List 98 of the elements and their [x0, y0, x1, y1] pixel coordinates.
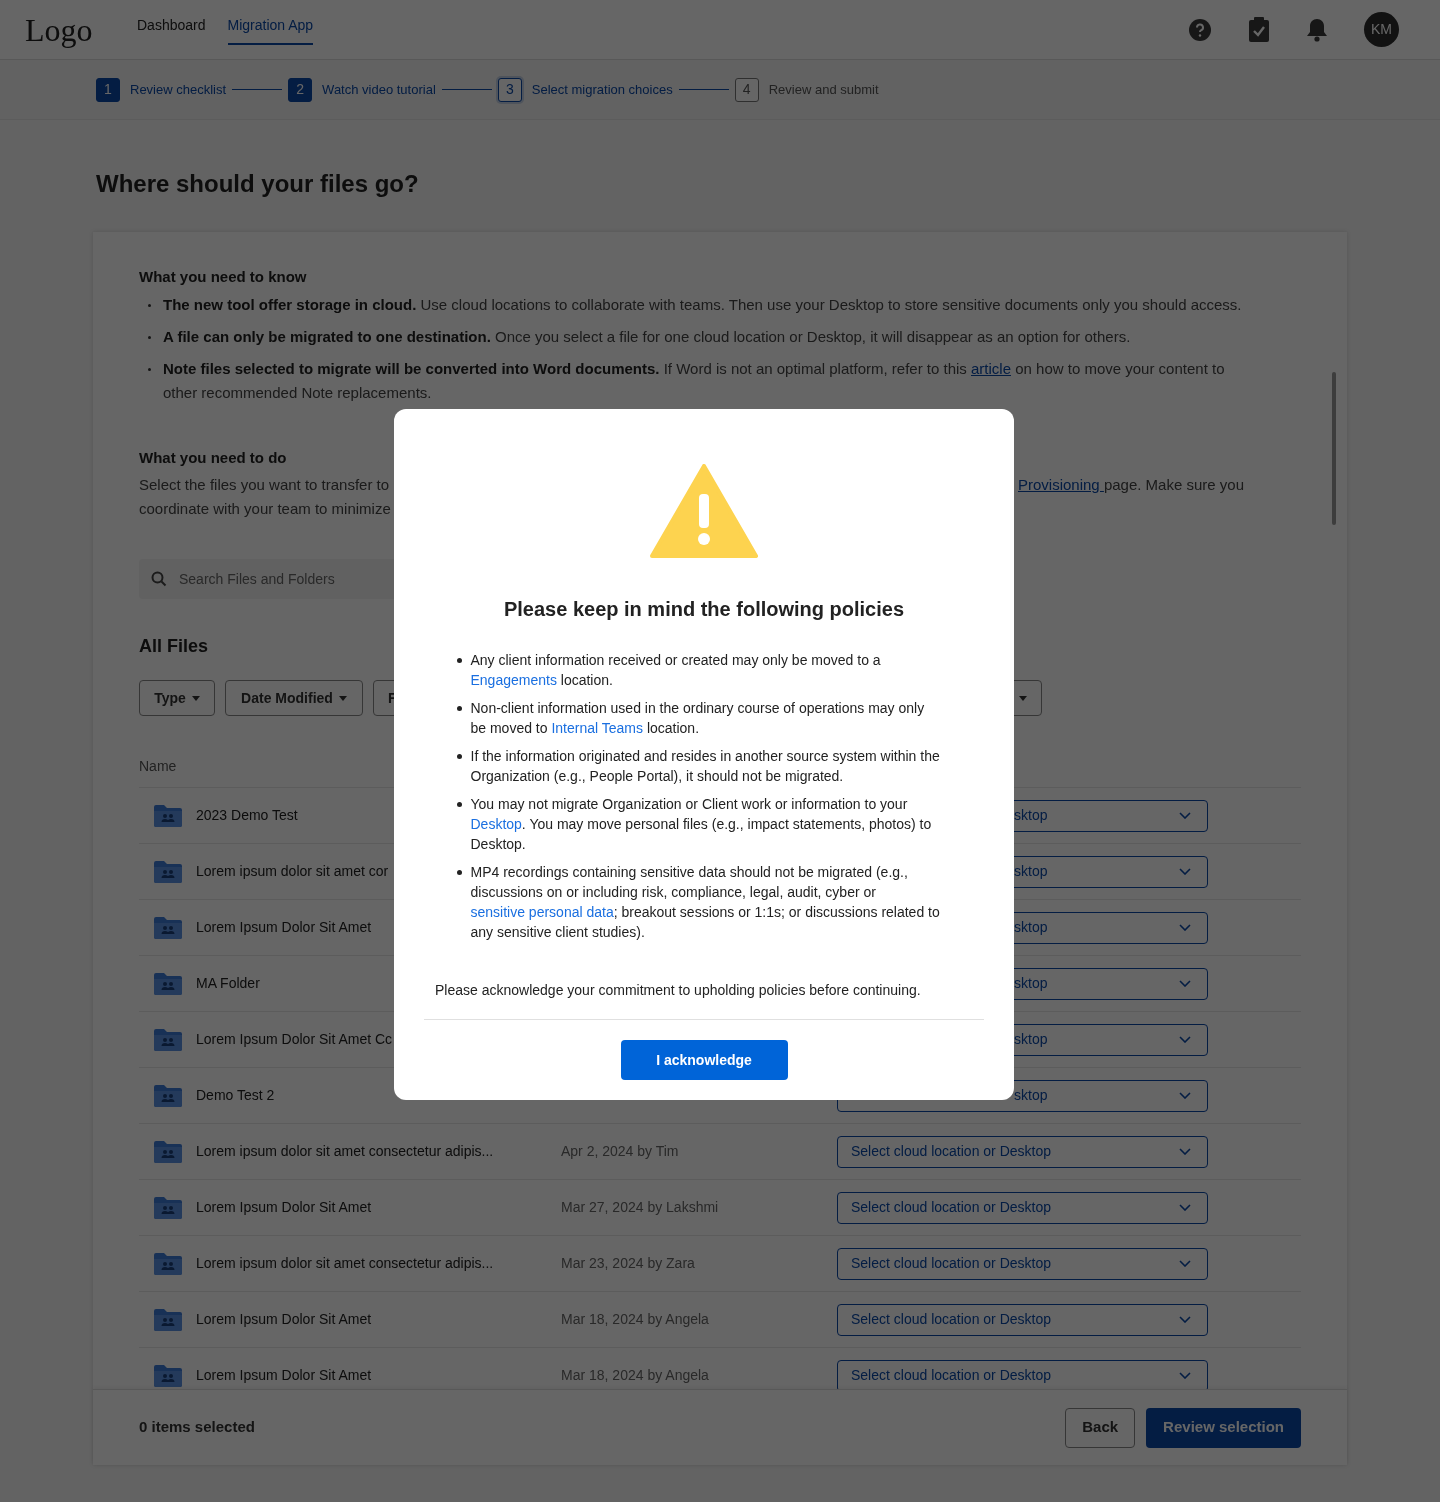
bullet-icon [456, 754, 462, 759]
info-text: Note files selected to migrate will be converted into Word documents. If Word is not an optimal platform, refer to this article on how to move your content to other recommended Note replacements. [163, 358, 1226, 403]
shared-folder-icon [153, 1251, 183, 1276]
chevron-down-icon [1179, 1316, 1191, 1323]
bullet-icon [148, 367, 151, 371]
chevron-down-icon [1179, 1372, 1191, 1379]
info-text: The new tool offer storage in cloud. Use cloud locations to collaborate with teams. Then use your Desktop to store sensitive documents only you should access. [163, 294, 1243, 315]
chevron-down-icon [1179, 1148, 1191, 1155]
step-label[interactable]: Watch video tutorial [322, 79, 436, 100]
chevron-down-icon [1179, 924, 1191, 931]
bell-icon[interactable] [1306, 17, 1328, 42]
step-number: 4 [734, 77, 759, 102]
section-heading: What you need to know [139, 267, 307, 287]
location-dropdown[interactable]: Select cloud location or Desktop [837, 1191, 1208, 1224]
location-dropdown[interactable]: Select cloud location or Desktop [837, 1303, 1208, 1336]
step-number: 2 [288, 77, 313, 102]
bullet-icon [456, 802, 462, 807]
step-label[interactable]: Review and submit [768, 79, 879, 100]
text-link[interactable]: article [971, 359, 1011, 377]
shared-folder-icon [153, 859, 183, 884]
chevron-down-icon [1179, 868, 1191, 875]
modified-date: Mar 18, 2024 by Angela [561, 1310, 709, 1329]
scrollbar-thumb[interactable] [1332, 372, 1336, 525]
avatar[interactable]: KM [1364, 12, 1399, 47]
chevron-down-icon [1179, 980, 1191, 987]
shared-folder-icon [153, 1307, 183, 1332]
modified-date: Mar 23, 2024 by Zara [561, 1254, 695, 1273]
search-icon [151, 571, 167, 587]
info-text: A file can only be migrated to one destination. Once you select a file for one cloud location or Desktop, it will disappear as an option for others. [163, 326, 1132, 347]
policy-text: Any client information received or created may only be moved to a Engagements location. [470, 651, 882, 690]
file-name[interactable]: Lorem Ipsum Dolor Sit Amet Cc [196, 1029, 393, 1050]
bullet-icon [456, 706, 462, 711]
column-header: Name [139, 757, 177, 776]
step-label[interactable]: Select migration choices [531, 79, 673, 100]
section-heading: What you need to do [139, 447, 287, 468]
filter-button[interactable]: Type [139, 680, 215, 716]
shared-folder-icon [153, 1139, 183, 1164]
chevron-down-icon [1179, 1260, 1191, 1267]
modified-date: Mar 18, 2024 by Angela [561, 1366, 709, 1385]
shared-folder-icon [153, 803, 183, 828]
caret-icon [191, 695, 200, 701]
location-dropdown[interactable]: Select cloud location or Desktop [837, 1247, 1208, 1280]
file-name[interactable]: Lorem Ipsum Dolor Sit Amet [196, 1309, 372, 1330]
back-button[interactable]: Back [1065, 1407, 1136, 1448]
filter-button[interactable]: Date Modified [225, 680, 363, 716]
location-dropdown[interactable]: Select cloud location or Desktop [837, 1359, 1208, 1389]
clipboard-check-icon[interactable] [1248, 16, 1270, 43]
file-name[interactable]: 2023 Demo Test [196, 805, 298, 826]
page-title: Where should your files go? [96, 169, 419, 199]
caret-icon [1019, 695, 1027, 701]
file-name[interactable]: MA Folder [196, 973, 260, 994]
shared-folder-icon [153, 1027, 183, 1052]
shared-folder-icon [153, 1363, 183, 1388]
bullet-icon [456, 870, 462, 875]
file-name[interactable]: Lorem ipsum dolor sit amet consectetur adipis... [196, 1141, 494, 1162]
file-name[interactable]: Lorem ipsum dolor sit amet consectetur adipis... [196, 1253, 494, 1274]
chevron-down-icon [1179, 1036, 1191, 1043]
chevron-down-icon [1179, 1204, 1191, 1211]
logo: Logo [25, 10, 94, 50]
instruction-text: Provisioning page. Make sure you [1018, 475, 1244, 495]
text-link[interactable]: Provisioning [1018, 476, 1104, 493]
text-link[interactable]: Internal Teams [551, 720, 643, 736]
file-name[interactable]: Lorem Ipsum Dolor Sit Amet [196, 917, 372, 938]
step-label[interactable]: Review checklist [130, 79, 227, 100]
step-number: 1 [96, 77, 120, 102]
file-name[interactable]: Lorem Ipsum Dolor Sit Amet [196, 1365, 372, 1386]
shared-folder-icon [153, 971, 183, 996]
file-name[interactable]: Lorem Ipsum Dolor Sit Amet [196, 1197, 372, 1218]
policy-text: Non-client information used in the ordinary course of operations may only be moved to Internal Teams location. [470, 699, 926, 738]
text-link[interactable]: Desktop [470, 816, 522, 832]
chevron-down-icon [1179, 812, 1191, 819]
caret-icon [338, 695, 347, 701]
modified-date: Apr 2, 2024 by Tim [561, 1142, 679, 1161]
chevron-down-icon [1179, 1092, 1191, 1099]
step-number: 3 [497, 77, 522, 102]
policy-text: If the information originated and resides in another source system within the Organization (e.g., People Portal), it should not be migrated. [470, 747, 941, 786]
help-icon[interactable] [1188, 17, 1212, 42]
instruction-text: Select the files you want to transfer to coordinate with your team to minimize [139, 475, 392, 519]
nav-tab[interactable]: Migration App [227, 0, 314, 45]
selection-count: 0 items selected [139, 1417, 255, 1438]
bullet-icon [148, 303, 151, 307]
shared-folder-icon [153, 1195, 183, 1220]
dialog-title: Please keep in mind the following policies [503, 597, 905, 622]
warning-icon [650, 464, 758, 558]
location-dropdown[interactable]: Select cloud location or Desktop [837, 1135, 1208, 1168]
acknowledge-button[interactable]: I acknowledge [620, 1040, 788, 1080]
text-link[interactable]: sensitive personal data [470, 904, 614, 920]
file-name[interactable]: Lorem ipsum dolor sit amet cor [196, 861, 389, 882]
shared-folder-icon [153, 915, 183, 940]
bullet-icon [456, 658, 462, 663]
modified-date: Mar 27, 2024 by Lakshmi [561, 1198, 719, 1217]
section-title: All Files [139, 635, 209, 658]
file-name[interactable]: Demo Test 2 [196, 1085, 275, 1106]
text-link[interactable]: Engagements [470, 672, 557, 688]
review-selection-button[interactable]: Review selection [1146, 1407, 1301, 1448]
nav-tab[interactable]: Dashboard [137, 0, 206, 45]
bullet-icon [148, 335, 151, 339]
shared-folder-icon [153, 1083, 183, 1108]
